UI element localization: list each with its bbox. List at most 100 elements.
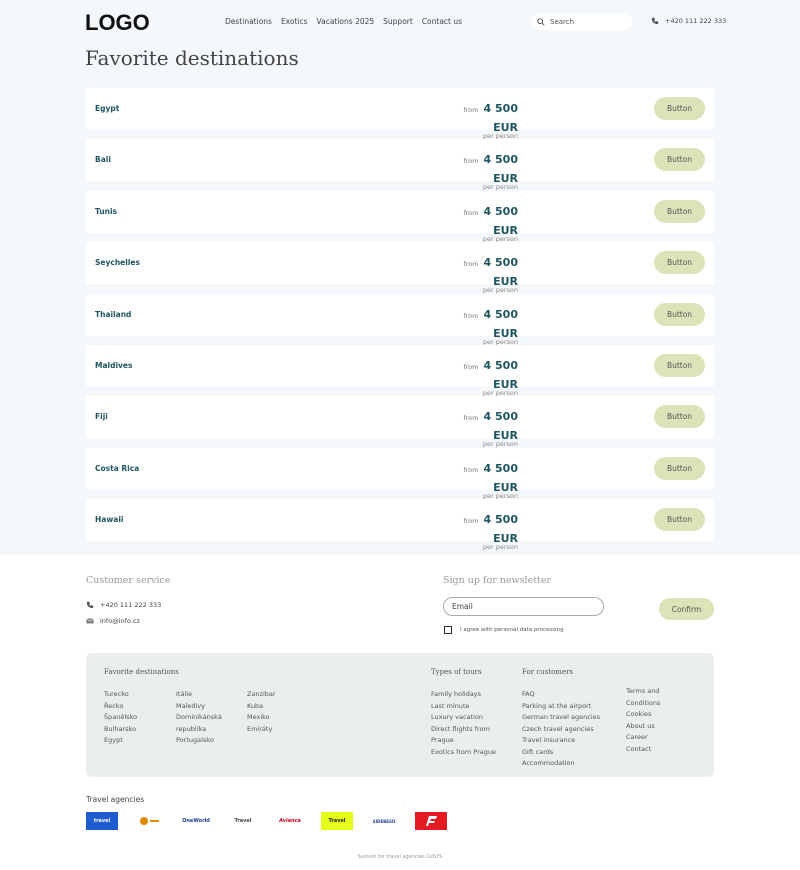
destination-price: from 4 500 EUR per person	[444, 405, 518, 448]
destination-name[interactable]: Tunis	[95, 207, 117, 216]
destination-price: from 4 500 EUR per person	[444, 251, 518, 294]
destination-name[interactable]: Hawaii	[95, 515, 123, 524]
destination-button[interactable]: Button	[654, 508, 705, 532]
destination-button[interactable]: Button	[654, 302, 705, 326]
price-from-label: from	[463, 362, 479, 371]
agency-logos: travel OneWorld Travel Avianca Travel SI…	[86, 812, 447, 830]
destination-name[interactable]: Egypt	[95, 104, 119, 113]
agency-logo[interactable]: Travel	[227, 812, 259, 830]
footer-link[interactable]: Luxury vacation	[431, 712, 496, 724]
destination-price: from 4 500 EUR per person	[444, 200, 518, 243]
footer-link[interactable]: Direct flights from	[431, 724, 496, 736]
footer-link[interactable]: Dominikánská	[176, 712, 222, 724]
footer-link[interactable]: Exotics from Prague	[431, 747, 496, 759]
destination-name[interactable]: Costa Rica	[95, 464, 139, 473]
footer-link[interactable]: Itálie	[176, 689, 222, 701]
nav-contact-us[interactable]: Contact us	[422, 17, 462, 26]
page-title: Favorite destinations	[85, 46, 299, 70]
newsletter-confirm-button[interactable]: Confirm	[659, 598, 714, 620]
destination-list: Egypt from 4 500 EUR per person Button Ba…	[86, 88, 714, 551]
phone-icon	[86, 601, 94, 609]
price-from-label: from	[463, 208, 479, 217]
nav-support[interactable]: Support	[383, 17, 413, 26]
footer-link[interactable]: Zanzibar	[247, 689, 276, 701]
for-customers-heading: For customers	[522, 668, 574, 676]
footer-link[interactable]: Czech travel agencies	[522, 724, 600, 736]
travel-agencies-title: Travel agencies	[86, 795, 145, 804]
agency-logo[interactable]: travel	[86, 812, 118, 830]
agency-logo[interactable]: SIDEBESO	[368, 812, 400, 830]
footer-link[interactable]: Španělsko	[104, 712, 137, 724]
footer-link[interactable]: Accommodation	[522, 758, 600, 770]
price-from-label: from	[463, 311, 479, 320]
agency-logo-label: Travel	[328, 818, 346, 824]
header-phone[interactable]: +420 111 222 333	[651, 17, 726, 25]
footer-link[interactable]: FAQ	[522, 689, 600, 701]
footer-link[interactable]: Cookies	[626, 709, 660, 721]
customers-column: FAQ Parking at the airport German travel…	[522, 689, 600, 770]
footer-link[interactable]: Bulharsko	[104, 724, 137, 736]
footer-link[interactable]: Travel insurance	[522, 735, 600, 747]
destination-name[interactable]: Maldives	[95, 361, 132, 370]
footer-link[interactable]: Kuba	[247, 701, 276, 713]
footer-link[interactable]: Family holidays	[431, 689, 496, 701]
customer-service-title: Customer service	[86, 575, 171, 586]
footer-link[interactable]: Maledivy	[176, 701, 222, 713]
agency-logo[interactable]: Avianca	[274, 812, 306, 830]
destination-button[interactable]: Button	[654, 199, 705, 223]
logo[interactable]: LOGO	[85, 10, 150, 36]
footer-link[interactable]: Egypt	[104, 735, 137, 747]
destination-name[interactable]: Thailand	[95, 310, 131, 319]
destination-button[interactable]: Button	[654, 251, 705, 275]
agency-logo-label: Avianca	[279, 818, 301, 824]
footer-link[interactable]: Career	[626, 732, 660, 744]
misc-column: Terms and Conditions Cookies About us Ca…	[626, 686, 660, 755]
nav-vacations-2025[interactable]: Vacations 2025	[317, 17, 375, 26]
destination-button[interactable]: Button	[654, 456, 705, 480]
consent-checkbox[interactable]	[444, 626, 452, 634]
footer-link[interactable]: republika	[176, 724, 222, 736]
footer-link[interactable]: German travel agencies	[522, 712, 600, 724]
destination-row: Tunis from 4 500 EUR per person Button	[86, 190, 714, 242]
destination-name[interactable]: Seychelles	[95, 258, 140, 267]
destination-row: Fiji from 4 500 EUR per person Button	[86, 396, 714, 448]
footer-link[interactable]: Turecko	[104, 689, 137, 701]
footer-link[interactable]: Emiráty	[247, 724, 276, 736]
destination-button[interactable]: Button	[654, 353, 705, 377]
destination-button[interactable]: Button	[654, 148, 705, 172]
footer-link[interactable]: Gift cards	[522, 747, 600, 759]
price-amount: 4 500 EUR	[483, 204, 518, 237]
footer-link[interactable]: Portugalsko	[176, 735, 222, 747]
destination-row: Maldives from 4 500 EUR per person Button	[86, 344, 714, 396]
footer-link[interactable]: Mexiko	[247, 712, 276, 724]
footer-link[interactable]: Terms and	[626, 686, 660, 698]
price-amount: 4 500 EUR	[483, 307, 518, 340]
footer-link[interactable]: Last minute	[431, 701, 496, 713]
price-from-label: from	[463, 106, 479, 114]
footer-phone[interactable]: +420 111 222 333	[86, 601, 161, 609]
destination-name[interactable]: Bali	[95, 155, 111, 164]
agency-logo[interactable]	[415, 812, 447, 830]
destination-button[interactable]: Button	[654, 97, 705, 120]
newsletter-email-input[interactable]	[443, 597, 604, 616]
destination-button[interactable]: Button	[654, 405, 705, 429]
nav-exotics[interactable]: Exotics	[281, 17, 308, 26]
agency-logo[interactable]: OneWorld	[180, 812, 212, 830]
search-box[interactable]	[531, 13, 632, 30]
agency-logo[interactable]	[133, 812, 165, 830]
destination-name[interactable]: Fiji	[95, 412, 108, 421]
footer-link[interactable]: Parking at the airport	[522, 701, 600, 713]
footer-email[interactable]: info@info.cz	[86, 617, 140, 625]
footer-link[interactable]: Prague	[431, 735, 496, 747]
agency-logo[interactable]: Travel	[321, 812, 353, 830]
newsletter-consent[interactable]: I agree with personal data processing	[444, 626, 564, 634]
footer-link[interactable]: Conditions	[626, 698, 660, 710]
nav-destinations[interactable]: Destinations	[225, 17, 272, 26]
footer-link[interactable]: Contact	[626, 744, 660, 756]
footer-link[interactable]: Řecko	[104, 701, 137, 713]
consent-label: I agree with personal data processing	[460, 627, 564, 633]
footer: Customer service +420 111 222 333 info@i…	[0, 555, 800, 870]
footer-link[interactable]: About us	[626, 721, 660, 733]
search-input[interactable]	[550, 17, 630, 26]
destination-row: Hawaii from 4 500 EUR per person Button	[86, 499, 714, 551]
